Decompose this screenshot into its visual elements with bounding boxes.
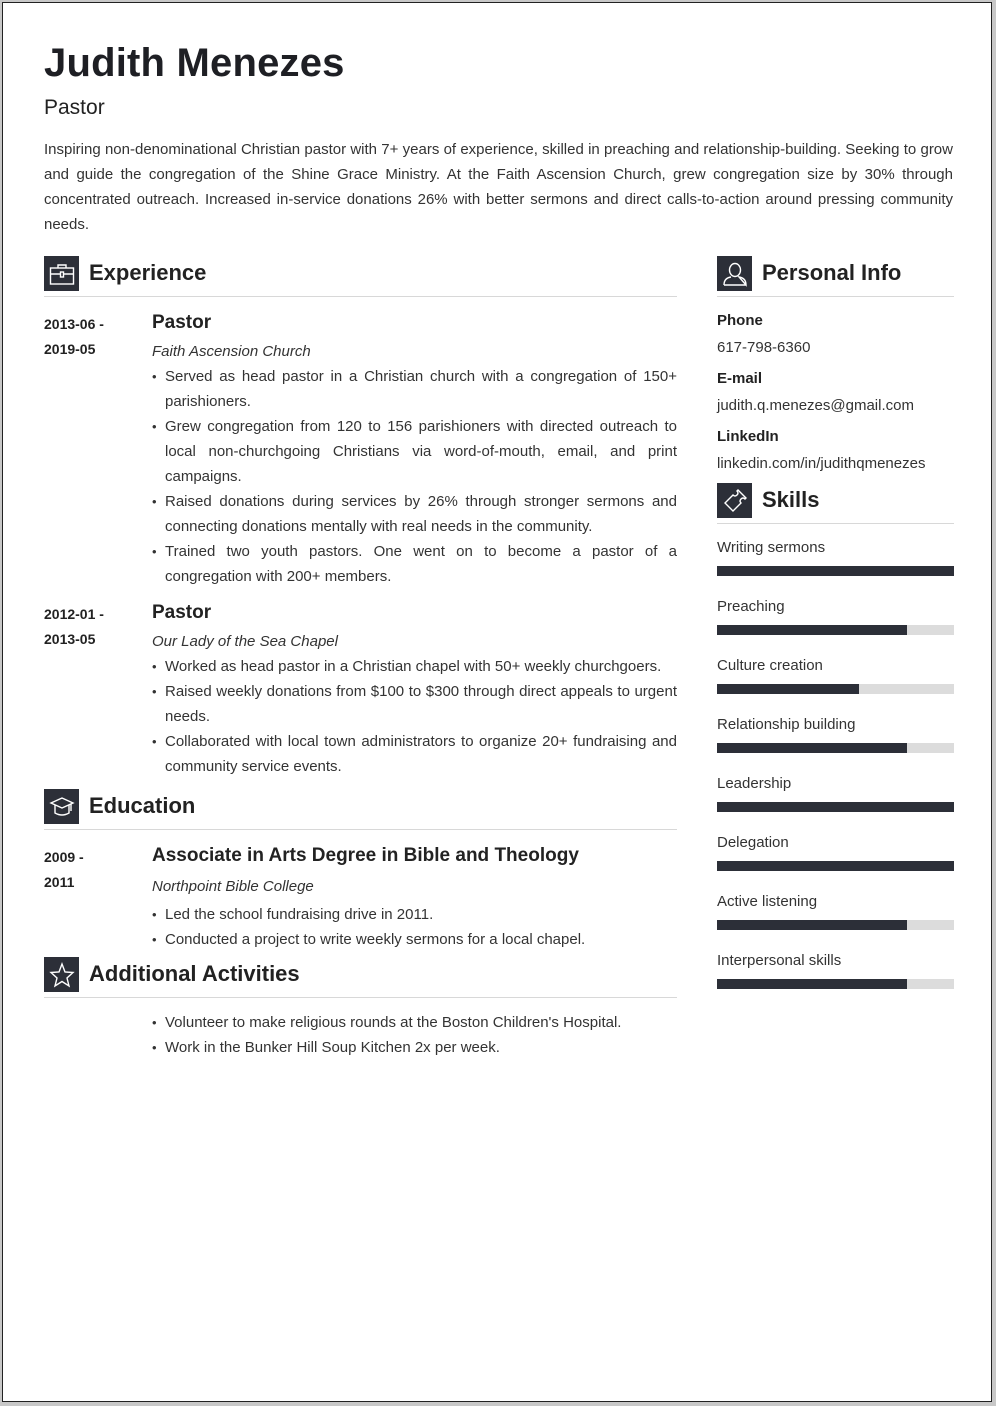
personal-info: Phone 617-798-6360 E-mail judith.q.menez… — [717, 311, 954, 485]
skill-level-fill — [717, 979, 907, 989]
education-section-header: Education — [44, 789, 677, 830]
experience-section-header: Experience — [44, 256, 677, 297]
email-label: E-mail — [717, 370, 763, 387]
linkedin-label: LinkedIn — [717, 428, 779, 445]
skill-item: Active listening — [717, 892, 954, 930]
skill-item: Relationship building — [717, 715, 954, 753]
bullet-item: Grew congregation from 120 to 156 parish… — [152, 414, 677, 489]
phone-label: Phone — [717, 312, 763, 329]
job-role: Pastor — [152, 312, 212, 333]
date-start: 2009 - — [44, 849, 84, 865]
activities-section-header: Additional Activities — [44, 957, 677, 998]
skill-level-bar — [717, 861, 954, 871]
date-start: 2013-06 - — [44, 316, 104, 332]
bullet-item: Raised donations during services by 26% … — [152, 489, 677, 539]
skill-level-bar — [717, 625, 954, 635]
school: Northpoint Bible College — [152, 878, 314, 895]
skill-item: Interpersonal skills — [717, 951, 954, 989]
skill-name: Active listening — [717, 893, 818, 910]
bullet-item: Conducted a project to write weekly serm… — [152, 927, 677, 952]
skill-item: Writing sermons — [717, 538, 954, 576]
skill-level-bar — [717, 802, 954, 812]
personal-info-section-header: Personal Info — [717, 256, 954, 297]
date-start: 2012-01 - — [44, 606, 104, 622]
education-heading: Education — [89, 793, 196, 818]
bullet-item: Worked as head pastor in a Christian cha… — [152, 654, 677, 679]
bullet-list: Led the school fundraising drive in 2011… — [152, 902, 677, 952]
personal-info-heading: Personal Info — [762, 260, 902, 285]
linkedin-value: linkedin.com/in/judithqmenezes — [717, 455, 926, 472]
activities-heading: Additional Activities — [89, 961, 300, 986]
skill-level-fill — [717, 566, 954, 576]
bullet-item: Volunteer to make religious rounds at th… — [152, 1010, 677, 1035]
bullet-list: Served as head pastor in a Christian chu… — [152, 364, 677, 589]
entry-body: Pastor Faith Ascension Church Served as … — [152, 312, 677, 589]
skill-level-bar — [717, 684, 954, 694]
star-icon — [44, 957, 79, 992]
skill-item: Culture creation — [717, 656, 954, 694]
bullet-item: Work in the Bunker Hill Soup Kitchen 2x … — [152, 1035, 677, 1060]
briefcase-icon — [44, 256, 79, 291]
skill-name: Relationship building — [717, 716, 856, 733]
skill-level-bar — [717, 920, 954, 930]
email-value: judith.q.menezes@gmail.com — [717, 397, 914, 414]
skill-name: Interpersonal skills — [717, 952, 842, 969]
skill-level-fill — [717, 625, 907, 635]
skill-item: Delegation — [717, 833, 954, 871]
experience-heading: Experience — [89, 260, 207, 285]
skill-level-fill — [717, 861, 954, 871]
skills-list: Writing sermons Preaching Culture creation… — [717, 538, 954, 998]
skills-section-header: Skills — [717, 483, 954, 524]
entry-body: Pastor Our Lady of the Sea Chapel Worked… — [152, 602, 677, 779]
degree: Associate in Arts Degree in Bible and Th… — [152, 845, 579, 866]
skill-level-fill — [717, 684, 860, 694]
date-end: 2013-05 — [44, 631, 96, 647]
skill-name: Culture creation — [717, 657, 823, 674]
skill-name: Preaching — [717, 598, 785, 615]
phone-value: 617-798-6360 — [717, 339, 811, 356]
skill-level-fill — [717, 802, 954, 812]
bullet-list: Worked as head pastor in a Christian cha… — [152, 654, 677, 779]
summary-paragraph: Inspiring non-denominational Christian p… — [44, 141, 953, 233]
date-range: 2013-06 - 2019-05 — [44, 312, 144, 362]
organization: Faith Ascension Church — [152, 343, 311, 360]
bullet-item: Led the school fundraising drive in 2011… — [152, 902, 677, 927]
date-end: 2019-05 — [44, 341, 96, 357]
bullet-item: Raised weekly donations from $100 to $30… — [152, 679, 677, 729]
skill-level-bar — [717, 743, 954, 753]
bullet-item: Collaborated with local town administrat… — [152, 729, 677, 779]
date-end: 2011 — [44, 874, 75, 890]
bullet-item: Trained two youth pastors. One went on t… — [152, 539, 677, 589]
skill-name: Leadership — [717, 775, 792, 792]
skill-level-fill — [717, 920, 907, 930]
skill-level-fill — [717, 743, 907, 753]
skill-level-bar — [717, 566, 954, 576]
date-range: 2009 - 2011 — [44, 845, 144, 895]
skills-heading: Skills — [762, 487, 820, 512]
skill-item: Leadership — [717, 774, 954, 812]
graduation-cap-icon — [44, 789, 79, 824]
candidate-name: Judith Menezes — [44, 41, 345, 85]
skill-item: Preaching — [717, 597, 954, 635]
resume-page: Judith Menezes Pastor Inspiring non-deno… — [2, 2, 992, 1402]
bullet-item: Served as head pastor in a Christian chu… — [152, 364, 677, 414]
bullet-list: Volunteer to make religious rounds at th… — [152, 1010, 677, 1060]
user-icon — [717, 256, 752, 291]
skill-name: Writing sermons — [717, 539, 826, 556]
entry-body: Volunteer to make religious rounds at th… — [152, 1010, 677, 1060]
date-range: 2012-01 - 2013-05 — [44, 602, 144, 652]
puzzle-icon — [717, 483, 752, 518]
job-role: Pastor — [152, 602, 212, 623]
skill-name: Delegation — [717, 834, 789, 851]
entry-body: Associate in Arts Degree in Bible and Th… — [152, 845, 677, 952]
organization: Our Lady of the Sea Chapel — [152, 633, 338, 650]
job-title: Pastor — [44, 96, 105, 119]
skill-level-bar — [717, 979, 954, 989]
